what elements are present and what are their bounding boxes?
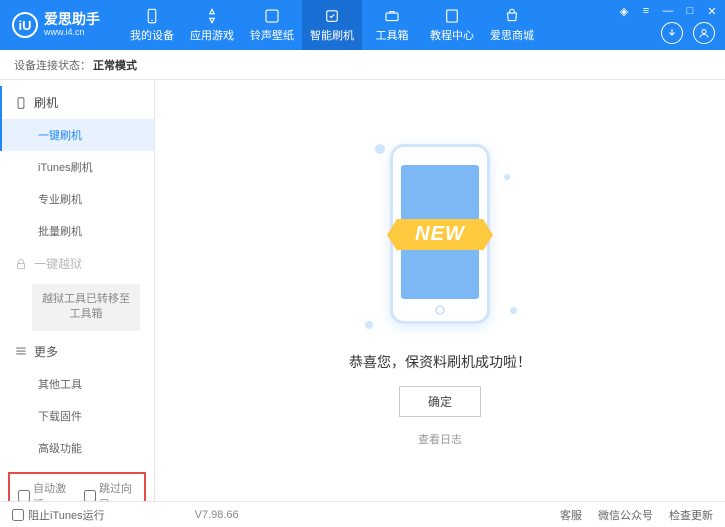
sidebar: 刷机 一键刷机 iTunes刷机 专业刷机 批量刷机 一键越狱 越狱工具已转移至… [0,80,155,501]
checkbox-label: 跳过向导 [99,480,136,501]
main-content: NEW 恭喜您，保资料刷机成功啦！ 确定 查看日志 [155,80,725,501]
sidebar-item-pro[interactable]: 专业刷机 [0,183,154,215]
nav-label: 我的设备 [130,27,174,43]
menu-icon [14,344,28,358]
logo-area: iU 爱思助手 www.i4.cn [0,12,112,38]
app-url: www.i4.cn [44,28,100,38]
main-nav: 我的设备 应用游戏 铃声壁纸 智能刷机 工具箱 教程中心 爱思商城 [122,0,542,50]
sidebar-item-download[interactable]: 下载固件 [0,400,154,432]
nav-toolbox[interactable]: 工具箱 [362,0,422,50]
app-header: iU 爱思助手 www.i4.cn 我的设备 应用游戏 铃声壁纸 智能刷机 工具… [0,0,725,50]
footer-link-support[interactable]: 客服 [560,507,582,523]
section-label: 刷机 [34,94,58,111]
sidebar-item-itunes[interactable]: iTunes刷机 [0,151,154,183]
nav-tutorials[interactable]: 教程中心 [422,0,482,50]
toolbox-icon [383,7,401,25]
header-actions [661,22,715,44]
store-icon [503,7,521,25]
sidebar-section-more[interactable]: 更多 [0,335,154,368]
nav-label: 智能刷机 [310,27,354,43]
phone-icon [143,7,161,25]
flash-icon [323,7,341,25]
new-badge: NEW [397,219,483,250]
image-icon [263,7,281,25]
footer: 阻止iTunes运行 V7.98.66 客服 微信公众号 检查更新 [0,501,725,527]
auto-activate-checkbox[interactable]: 自动激活 [18,480,70,501]
maximize-icon[interactable]: □ [683,4,697,18]
block-itunes-checkbox[interactable]: 阻止iTunes运行 [12,507,105,523]
phone-icon [14,96,28,110]
menu-icon[interactable]: ≡ [639,4,653,18]
status-bar: 设备连接状态： 正常模式 [0,50,725,80]
jailbreak-note: 越狱工具已转移至工具箱 [32,284,140,331]
success-message: 恭喜您，保资料刷机成功啦！ [349,352,531,372]
minimize-icon[interactable]: — [661,4,675,18]
nav-store[interactable]: 爱思商城 [482,0,542,50]
sidebar-item-batch[interactable]: 批量刷机 [0,215,154,247]
sidebar-section-jailbreak[interactable]: 一键越狱 [0,247,154,280]
window-controls: ◈ ≡ — □ ✕ [617,4,719,18]
success-illustration: NEW [355,134,525,334]
footer-link-update[interactable]: 检查更新 [669,507,713,523]
sidebar-item-other[interactable]: 其他工具 [0,368,154,400]
footer-link-wechat[interactable]: 微信公众号 [598,507,653,523]
skip-guide-checkbox[interactable]: 跳过向导 [84,480,136,501]
status-value: 正常模式 [93,57,137,73]
nav-label: 应用游戏 [190,27,234,43]
section-label: 一键越狱 [34,255,82,272]
apps-icon [203,7,221,25]
sidebar-section-flash[interactable]: 刷机 [0,86,154,119]
nav-flash[interactable]: 智能刷机 [302,0,362,50]
lock-icon [14,257,28,271]
nav-my-device[interactable]: 我的设备 [122,0,182,50]
checkbox-label: 自动激活 [33,480,70,501]
logo-icon: iU [12,12,38,38]
version-label: V7.98.66 [195,509,239,521]
sidebar-item-oneclick[interactable]: 一键刷机 [0,119,154,151]
view-log-link[interactable]: 查看日志 [418,431,462,447]
checkbox-highlight-box: 自动激活 跳过向导 [8,472,146,501]
book-icon [443,7,461,25]
section-label: 更多 [34,343,58,360]
status-label: 设备连接状态： [14,57,91,73]
app-title: 爱思助手 [44,12,100,27]
nav-label: 爱思商城 [490,27,534,43]
ok-button[interactable]: 确定 [399,386,481,417]
close-icon[interactable]: ✕ [705,4,719,18]
sidebar-item-advanced[interactable]: 高级功能 [0,432,154,464]
download-button[interactable] [661,22,683,44]
nav-ringtones[interactable]: 铃声壁纸 [242,0,302,50]
checkbox-label: 阻止iTunes运行 [28,507,105,523]
user-button[interactable] [693,22,715,44]
nav-label: 教程中心 [430,27,474,43]
nav-label: 工具箱 [376,27,409,43]
nav-apps[interactable]: 应用游戏 [182,0,242,50]
nav-label: 铃声壁纸 [250,27,294,43]
skin-icon[interactable]: ◈ [617,4,631,18]
